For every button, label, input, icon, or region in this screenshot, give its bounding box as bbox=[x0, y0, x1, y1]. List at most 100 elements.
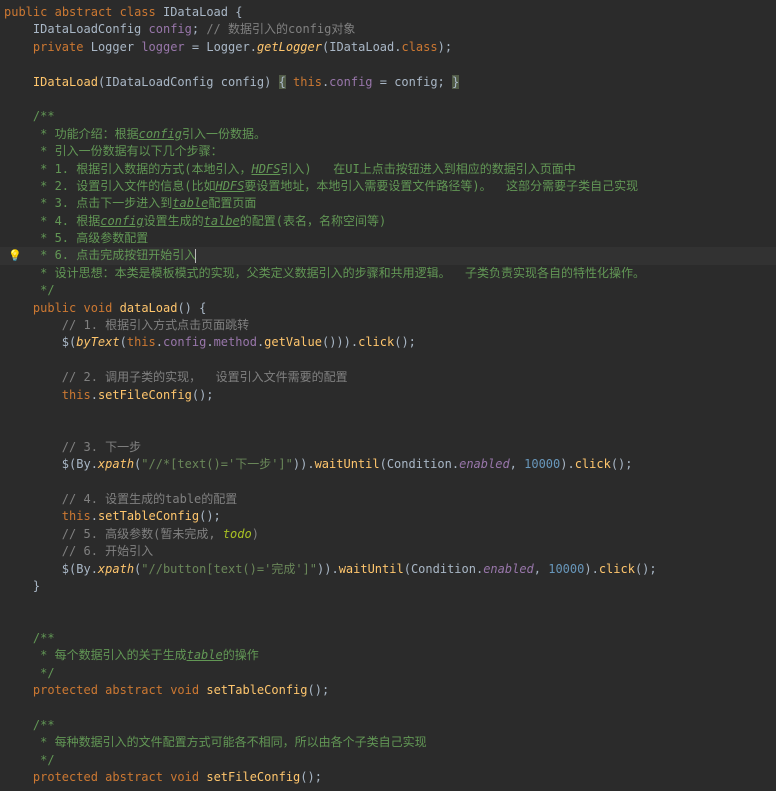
code-line[interactable]: // 4. 设置生成的table的配置 bbox=[0, 491, 776, 508]
javadoc: * 引入一份数据有以下几个步骤： bbox=[33, 144, 223, 158]
code-line[interactable]: $(byText(this.config.method.getValue()))… bbox=[0, 334, 776, 351]
class-name: IDataLoad bbox=[163, 5, 228, 19]
code-line[interactable]: this.setFileConfig(); bbox=[0, 387, 776, 404]
keyword: private bbox=[33, 40, 84, 54]
javadoc-ital: config bbox=[139, 127, 182, 141]
javadoc-ital: HDFS bbox=[215, 179, 244, 193]
comment: // 5. 高级参数(暂未完成, bbox=[62, 527, 223, 541]
brace: { bbox=[228, 5, 242, 19]
punct: (); bbox=[635, 562, 657, 576]
javadoc: * 4. 根据 bbox=[33, 214, 100, 228]
punct: )). bbox=[293, 457, 315, 471]
code-line[interactable]: public abstract class IDataLoad { bbox=[0, 4, 776, 21]
brace: } bbox=[33, 579, 40, 593]
comment: // 6. 开始引入 bbox=[62, 544, 153, 558]
blank-line[interactable] bbox=[0, 404, 776, 421]
doc-line[interactable]: /** bbox=[0, 717, 776, 734]
text-caret bbox=[195, 249, 196, 263]
javadoc: * 3. 点击下一步进入到 bbox=[33, 196, 172, 210]
keyword: this bbox=[127, 335, 156, 349]
brace-hl: } bbox=[452, 75, 459, 89]
method-call: getValue bbox=[264, 335, 322, 349]
javadoc: * 6. 点击完成按钮开始引入 bbox=[33, 248, 196, 262]
blank-line[interactable] bbox=[0, 474, 776, 491]
code-line[interactable]: IDataLoadConfig config; // 数据引入的config对象 bbox=[0, 21, 776, 38]
code-line[interactable]: } bbox=[0, 578, 776, 595]
field: enabled bbox=[459, 457, 510, 471]
doc-line[interactable]: */ bbox=[0, 752, 776, 769]
javadoc: 的操作 bbox=[223, 648, 259, 662]
number: 10000 bbox=[548, 562, 584, 576]
blank-line[interactable] bbox=[0, 91, 776, 108]
blank-line[interactable] bbox=[0, 613, 776, 630]
javadoc: 要设置地址，本地引入需要设置文件路径等)。 这部分需要子类自己实现 bbox=[244, 179, 638, 193]
doc-line[interactable]: * 2. 设置引入文件的信息(比如HDFS要设置地址，本地引入需要设置文件路径等… bbox=[0, 178, 776, 195]
punct: . bbox=[91, 509, 98, 523]
code-line[interactable]: $(By.xpath("//*[text()='下一步']")).waitUnt… bbox=[0, 456, 776, 473]
code-line[interactable]: public void dataLoad() { bbox=[0, 300, 776, 317]
doc-line[interactable]: * 每种数据引入的文件配置方式可能各不相同，所以由各个子类自己实现 bbox=[0, 734, 776, 751]
doc-line[interactable]: /** bbox=[0, 630, 776, 647]
keyword: class bbox=[120, 5, 156, 19]
op: = bbox=[185, 40, 207, 54]
punct: (); bbox=[192, 388, 214, 402]
field: enabled bbox=[483, 562, 534, 576]
code-line[interactable]: $(By.xpath("//button[text()='完成']")).wai… bbox=[0, 561, 776, 578]
punct: , bbox=[534, 562, 548, 576]
comment: // 2. 调用子类的实现， 设置引入文件需要的配置 bbox=[62, 370, 348, 384]
keyword: abstract bbox=[55, 5, 113, 19]
number: 10000 bbox=[524, 457, 560, 471]
doc-line[interactable]: * 功能介绍：根据config引入一份数据。 bbox=[0, 126, 776, 143]
punct: (); bbox=[394, 335, 416, 349]
punct: $( bbox=[62, 335, 76, 349]
doc-line[interactable]: /** bbox=[0, 108, 776, 125]
method-call: click bbox=[575, 457, 611, 471]
doc-line-active[interactable]: 💡 * 6. 点击完成按钮开始引入 bbox=[0, 247, 776, 264]
blank-line[interactable] bbox=[0, 56, 776, 73]
keyword: abstract bbox=[105, 683, 163, 697]
punct: ( bbox=[120, 335, 127, 349]
code-editor[interactable]: public abstract class IDataLoad { IDataL… bbox=[0, 0, 776, 791]
punct: . bbox=[156, 335, 163, 349]
code-line[interactable]: // 1. 根据引入方式点击页面跳转 bbox=[0, 317, 776, 334]
punct: (Condition. bbox=[404, 562, 483, 576]
doc-line[interactable]: */ bbox=[0, 282, 776, 299]
blank-line[interactable] bbox=[0, 700, 776, 717]
doc-line[interactable]: * 设计思想：本类是模板模式的实现，父类定义数据引入的步骤和共用逻辑。 子类负责… bbox=[0, 265, 776, 282]
code-line[interactable]: // 2. 调用子类的实现， 设置引入文件需要的配置 bbox=[0, 369, 776, 386]
code-line[interactable]: protected abstract void setFileConfig(); bbox=[0, 769, 776, 786]
code-line[interactable]: IDataLoad(IDataLoadConfig config) { this… bbox=[0, 74, 776, 91]
doc-line[interactable]: * 4. 根据config设置生成的talbe的配置(表名，名称空间等) bbox=[0, 213, 776, 230]
code-line[interactable]: this.setTableConfig(); bbox=[0, 508, 776, 525]
doc-line[interactable]: * 5. 高级参数配置 bbox=[0, 230, 776, 247]
field: method bbox=[214, 335, 257, 349]
blank-line[interactable] bbox=[0, 352, 776, 369]
op: = config; bbox=[373, 75, 452, 89]
punct: ). bbox=[584, 562, 598, 576]
doc-line[interactable]: * 3. 点击下一步进入到table配置页面 bbox=[0, 195, 776, 212]
code-line[interactable]: // 5. 高级参数(暂未完成, todo) bbox=[0, 526, 776, 543]
field: config bbox=[163, 335, 206, 349]
keyword: this bbox=[293, 75, 322, 89]
doc-line[interactable]: */ bbox=[0, 665, 776, 682]
field: config bbox=[149, 22, 192, 36]
string: "//*[text()='下一步']" bbox=[141, 457, 293, 471]
intention-bulb-icon[interactable]: 💡 bbox=[8, 248, 20, 260]
doc-line[interactable]: * 1. 根据引入数据的方式(本地引入，HDFS引入) 在UI上点击按钮进入到相… bbox=[0, 161, 776, 178]
code-line[interactable]: // 3. 下一步 bbox=[0, 439, 776, 456]
punct: . bbox=[250, 40, 257, 54]
type: Logger bbox=[91, 40, 134, 54]
javadoc-ital: HDFS bbox=[251, 162, 280, 176]
blank-line[interactable] bbox=[0, 595, 776, 612]
code-line[interactable]: protected abstract void setTableConfig()… bbox=[0, 682, 776, 699]
doc-line[interactable]: * 每个数据引入的关于生成table的操作 bbox=[0, 647, 776, 664]
punct: (); bbox=[300, 770, 322, 784]
code-line[interactable]: // 6. 开始引入 bbox=[0, 543, 776, 560]
brace-hl: { bbox=[279, 75, 286, 89]
blank-line[interactable] bbox=[0, 421, 776, 438]
method-call: xpath bbox=[98, 562, 134, 576]
code-line[interactable]: private Logger logger = Logger.getLogger… bbox=[0, 39, 776, 56]
keyword: abstract bbox=[105, 770, 163, 784]
punct: , bbox=[510, 457, 524, 471]
doc-line[interactable]: * 引入一份数据有以下几个步骤： bbox=[0, 143, 776, 160]
